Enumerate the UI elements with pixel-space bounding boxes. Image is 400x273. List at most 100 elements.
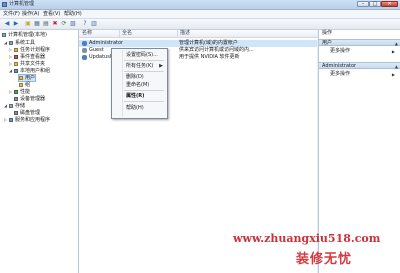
tree-storage-label: 存储 [15, 103, 26, 109]
user-name: Guest [89, 47, 104, 53]
column-divider[interactable] [177, 30, 178, 37]
user-description: 用于提供 NVIDIA 软件更新 [179, 54, 240, 60]
collapse-arrow-icon: ▷ [4, 117, 8, 122]
tree-shared-folders[interactable]: ▷ 共享文件夹 [9, 61, 45, 67]
tree-disk-management[interactable]: 磁盘管理 [14, 110, 40, 116]
tree-local-users-groups[interactable]: ◢ 本地用户和组 [9, 68, 50, 74]
tree-storage[interactable]: ◢ 存储 [4, 103, 25, 109]
storage-icon [9, 103, 13, 108]
tree-groups-label: 组 [25, 82, 31, 88]
tree-task-scheduler[interactable]: ▷ 任务计划程序 [9, 47, 50, 53]
app-icon [2, 2, 7, 7]
tree-performance[interactable]: ▷ 性能 [9, 89, 30, 95]
console-tree: 计算机管理(本地) ◢ 系统工具 ▷ 任务计划程序 ▷ 事件查看器 ▷ 共享文件夹 ◢ 本… [0, 30, 79, 273]
column-header-bar: 名称 全名 描述 [79, 30, 317, 38]
tree-device-manager-label: 设备管理器 [20, 96, 46, 102]
column-name[interactable]: 名称 [82, 31, 92, 36]
window-title: 计算机管理 [9, 1, 35, 7]
tree-disk-management-label: 磁盘管理 [20, 110, 41, 116]
tree-event-viewer[interactable]: ▷ 事件查看器 [9, 54, 45, 60]
more-arrow-icon: ▶ [391, 49, 395, 54]
collapse-icon[interactable]: ▲ [395, 40, 398, 47]
help-icon[interactable]: ? [81, 20, 89, 28]
tree-task-scheduler-label: 任务计划程序 [20, 47, 51, 53]
collapse-arrow-icon: ▷ [9, 61, 13, 66]
title-bar[interactable]: 计算机管理 – □ ✕ [0, 0, 400, 10]
computer-management-window: 计算机管理 – □ ✕ 文件(F) 操作(A) 查看(V) 帮助(H) ◀ ▶ … [0, 0, 400, 273]
collapse-arrow-icon: ▷ [9, 54, 13, 59]
expand-arrow-icon: ◢ [9, 68, 13, 73]
tree-services-apps-label: 服务和应用程序 [15, 117, 51, 123]
event-log-icon [14, 54, 18, 59]
up-folder-icon[interactable]: ▣ [24, 20, 32, 28]
submenu-arrow-icon: ▶ [159, 63, 163, 69]
refresh-icon[interactable]: ⟳ [60, 20, 68, 28]
tree-users-label: 用户 [25, 75, 36, 81]
actions-section-administrator-label: Administrator [322, 63, 357, 69]
actions-more-administrator[interactable]: 更多操作 ▶ [319, 71, 400, 78]
actions-section-users-label: 用户 [322, 40, 333, 46]
menu-separator [124, 71, 164, 72]
menu-help[interactable]: 帮助(H) [112, 104, 167, 112]
properties-icon[interactable]: ▤ [42, 20, 50, 28]
user-icon [82, 48, 87, 53]
tree-services-apps[interactable]: ▷ 服务和应用程序 [4, 117, 50, 123]
maximize-button[interactable]: □ [369, 1, 381, 7]
collapse-icon[interactable]: ▲ [395, 63, 398, 70]
menu-separator [124, 60, 164, 61]
forward-arrow-icon[interactable]: ▶ [12, 20, 20, 28]
menu-view[interactable]: 查看(V) [43, 11, 60, 17]
menu-all-tasks[interactable]: 所有任务(K) ▶ [112, 62, 167, 70]
actions-more-administrator-label: 更多操作 [330, 71, 351, 77]
toolbar: ◀ ▶ ▣ ▦ ▤ ✖ ⟳ ▧ ? ▥ [0, 19, 400, 30]
expand-arrow-icon: ◢ [4, 40, 8, 45]
menu-set-password[interactable]: 设置密码(S)... [112, 51, 167, 59]
tree-users[interactable]: 用户 [17, 74, 37, 82]
device-manager-icon [14, 96, 18, 101]
menu-rename-label: 重命名(M) [126, 82, 150, 88]
disk-icon [14, 110, 18, 115]
expand-arrow-icon: ◢ [4, 103, 8, 108]
menu-bar: 文件(F) 操作(A) 查看(V) 帮助(H) [0, 10, 400, 19]
tree-root[interactable]: 计算机管理(本地) [2, 32, 47, 38]
user-row-administrator[interactable]: Administrator 管理计算机(域)的内置帐户 [79, 40, 317, 47]
column-description[interactable]: 描述 [180, 31, 190, 36]
collapse-arrow-icon: ▷ [9, 47, 13, 52]
column-divider[interactable] [119, 30, 120, 37]
menu-properties[interactable]: 属性(R) [112, 92, 167, 100]
tree-groups[interactable]: 组 [19, 82, 30, 88]
menu-properties-label: 属性(R) [126, 93, 145, 99]
export-list-icon[interactable]: ▧ [69, 20, 77, 28]
menu-rename[interactable]: 重命名(M) [112, 81, 167, 89]
actions-section-users[interactable]: 用户 ▲ [319, 39, 400, 46]
menu-separator [124, 90, 164, 91]
menu-file[interactable]: 文件(F) [3, 11, 20, 17]
back-arrow-icon[interactable]: ◀ [3, 20, 11, 28]
column-fullname[interactable]: 全名 [122, 31, 132, 36]
delete-icon[interactable]: ✖ [51, 20, 59, 28]
menu-help-label: 帮助(H) [126, 105, 144, 111]
menu-set-password-label: 设置密码(S)... [126, 52, 158, 58]
tree-local-users-groups-label: 本地用户和组 [20, 68, 51, 74]
menu-delete[interactable]: 删除(D) [112, 73, 167, 81]
user-description: 供来宾访问计算机或访问域的内... [179, 47, 254, 53]
menu-action[interactable]: 操作(A) [22, 11, 39, 17]
action-pane-icon[interactable]: ▥ [90, 20, 98, 28]
minimize-button[interactable]: – [357, 1, 369, 7]
tools-icon [9, 40, 13, 45]
tree-system-tools[interactable]: ◢ 系统工具 [4, 40, 35, 46]
user-description: 管理计算机(域)的内置帐户 [179, 40, 238, 46]
tree-device-manager[interactable]: 设备管理器 [14, 96, 45, 102]
menu-separator [124, 101, 164, 102]
show-hide-tree-icon[interactable]: ▦ [33, 20, 41, 28]
users-group-icon [14, 68, 18, 73]
menu-delete-label: 删除(D) [126, 74, 144, 80]
actions-section-administrator[interactable]: Administrator ▲ [319, 62, 400, 69]
clock-icon [14, 47, 18, 52]
actions-more-users[interactable]: 更多操作 ▶ [319, 48, 400, 55]
computer-icon [2, 32, 6, 37]
folder-icon [19, 75, 23, 80]
close-button[interactable]: ✕ [381, 1, 398, 7]
menu-help[interactable]: 帮助(H) [64, 11, 82, 17]
user-icon [82, 41, 87, 46]
